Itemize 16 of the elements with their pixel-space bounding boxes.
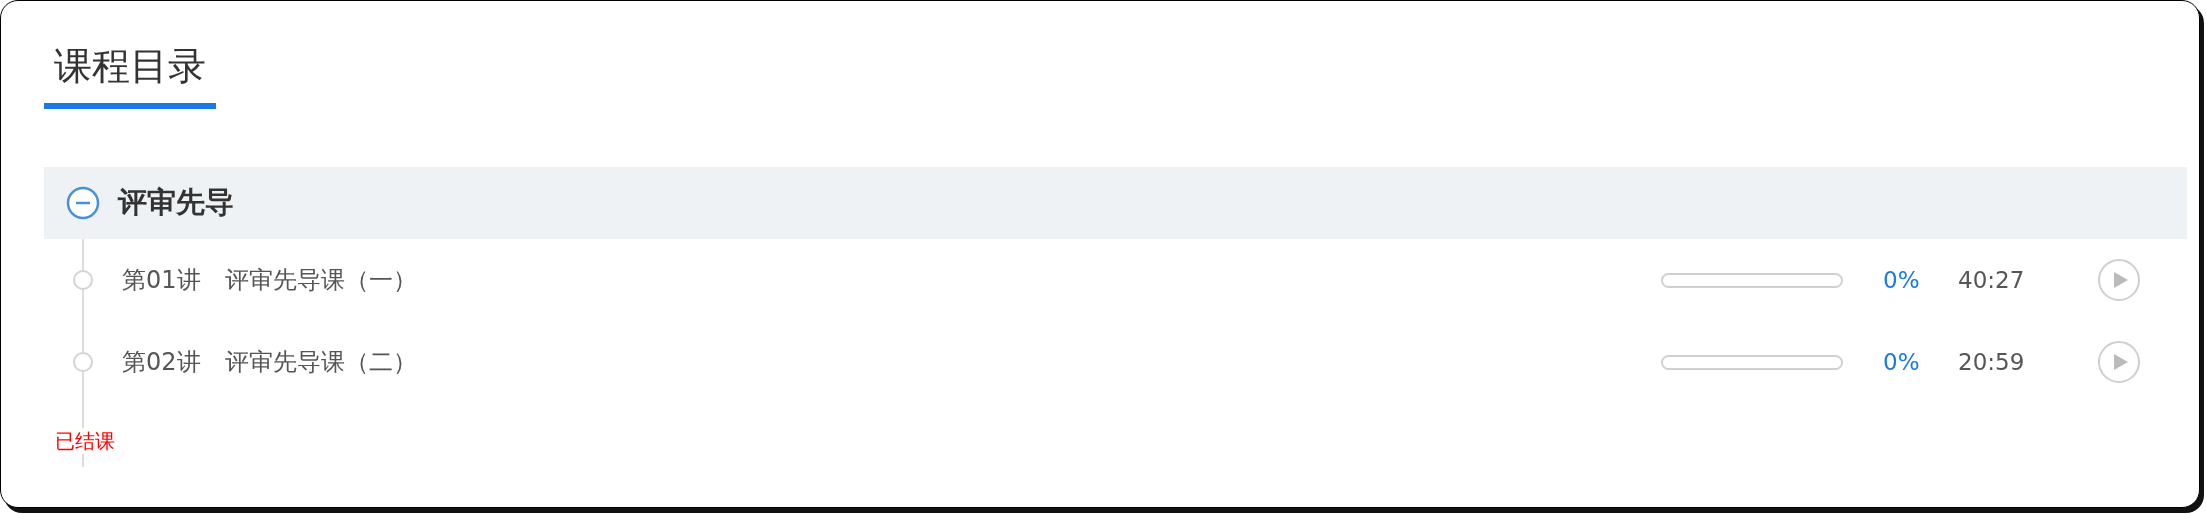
progress-percent: 0% xyxy=(1883,347,1921,377)
lecture-duration: 40:27 xyxy=(1958,265,2026,295)
status-label: 已结课 xyxy=(55,428,115,454)
lecture-title[interactable]: 评审先导课（二） xyxy=(224,344,417,380)
play-icon xyxy=(2113,354,2128,370)
lecture-title[interactable]: 评审先导课（一） xyxy=(224,262,417,298)
play-icon xyxy=(2113,272,2128,288)
chapter-title: 评审先导 xyxy=(118,184,234,222)
section-tab[interactable]: 课程目录 xyxy=(44,41,216,109)
collapse-icon[interactable] xyxy=(66,186,100,220)
lecture-number[interactable]: 第01讲 xyxy=(122,262,201,298)
progress-percent: 0% xyxy=(1883,265,1921,295)
play-button[interactable] xyxy=(2098,259,2140,301)
lecture-number[interactable]: 第02讲 xyxy=(122,344,201,380)
play-button[interactable] xyxy=(2098,341,2140,383)
lecture-duration: 20:59 xyxy=(1958,347,2026,377)
